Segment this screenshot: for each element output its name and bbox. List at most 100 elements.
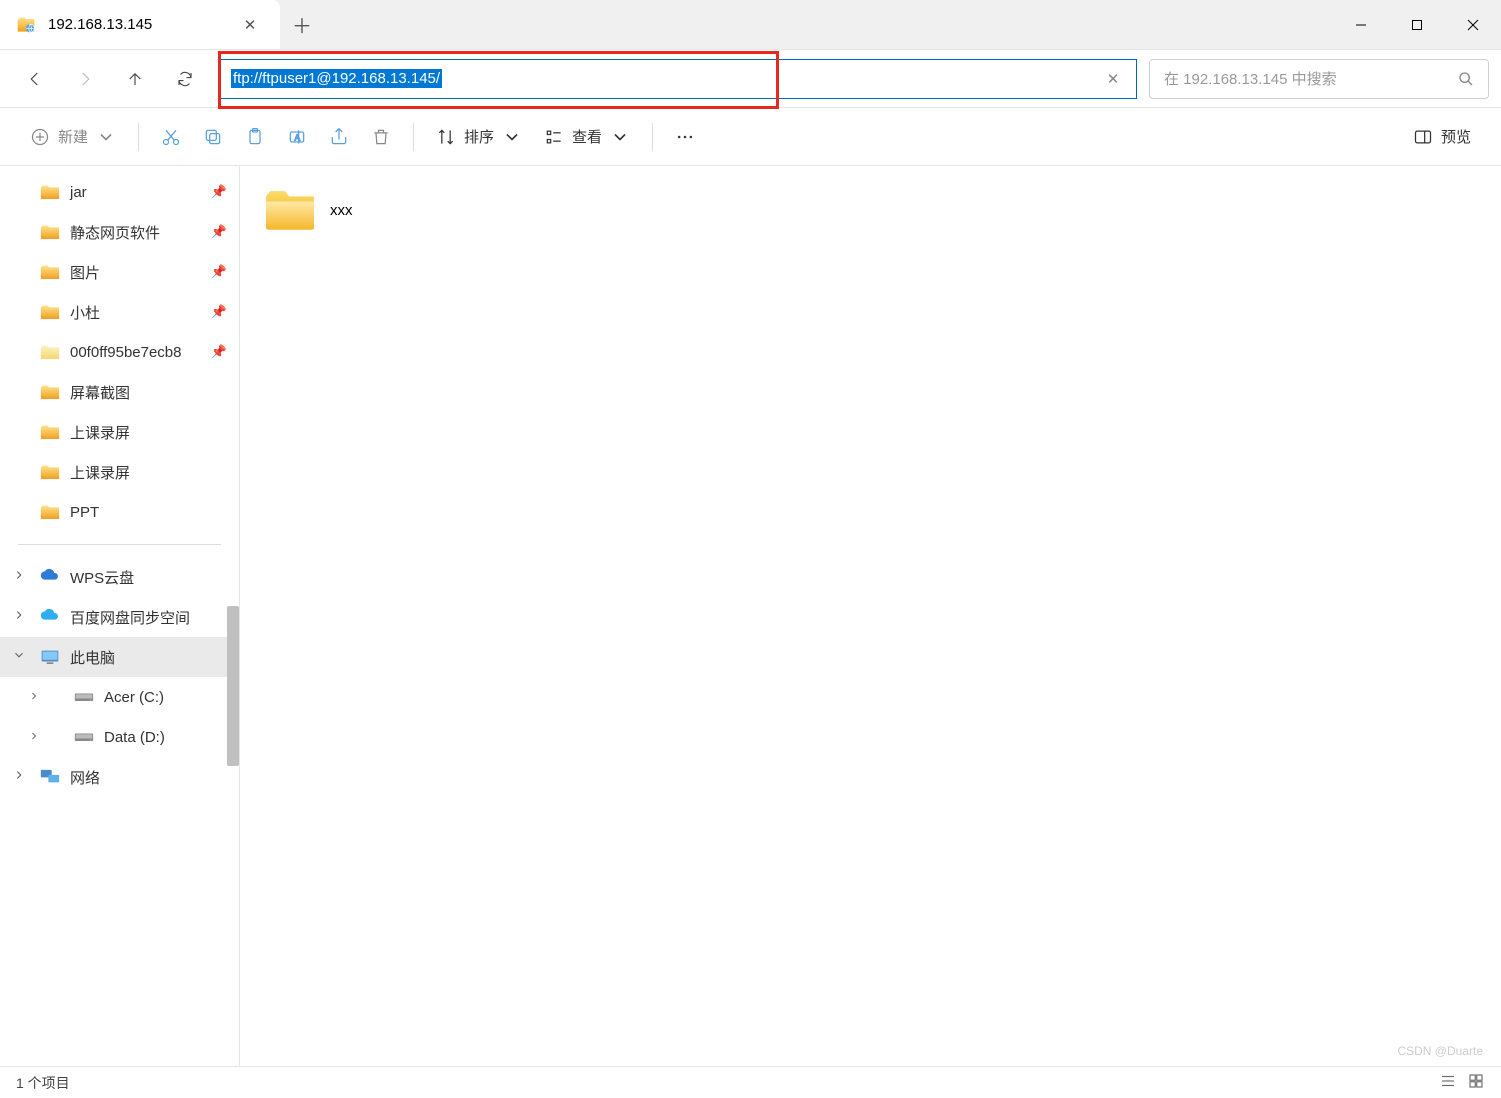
folder-icon	[40, 464, 60, 480]
svg-text:A: A	[295, 132, 301, 142]
rename-button[interactable]: A	[277, 118, 317, 156]
sidebar-cloud-item[interactable]: WPS云盘	[0, 557, 239, 597]
close-button[interactable]	[1445, 0, 1501, 49]
sidebar-item-label: 上课录屏	[70, 462, 130, 483]
titlebar: 192.168.13.145 ✕ ＋	[0, 0, 1501, 50]
trash-icon	[371, 127, 391, 147]
sidebar-item-label: 静态网页软件	[70, 222, 160, 243]
active-tab[interactable]: 192.168.13.145 ✕	[0, 0, 280, 49]
search-input[interactable]: 在 192.168.13.145 中搜索	[1149, 59, 1489, 99]
address-value: ftp://ftpuser1@192.168.13.145/	[231, 69, 442, 88]
forward-button[interactable]	[62, 59, 108, 99]
refresh-button[interactable]	[162, 59, 208, 99]
plus-circle-icon	[30, 127, 50, 147]
back-button[interactable]	[12, 59, 58, 99]
sidebar-drive-item[interactable]: Data (D:)	[0, 717, 239, 757]
sidebar-quick-item[interactable]: 图片📌	[0, 252, 239, 292]
tab-close-button[interactable]: ✕	[236, 11, 264, 39]
share-icon	[329, 127, 349, 147]
chevron-down-icon	[12, 648, 28, 666]
sort-button[interactable]: 排序	[426, 118, 532, 156]
pin-icon: 📌	[211, 184, 227, 200]
search-placeholder: 在 192.168.13.145 中搜索	[1164, 68, 1458, 89]
chevron-right-icon	[28, 689, 42, 706]
minimize-button[interactable]	[1333, 0, 1389, 49]
folder-icon	[264, 188, 316, 232]
sidebar-item-label: 网络	[70, 767, 100, 788]
pin-icon: 📌	[211, 344, 227, 360]
sidebar-item-network[interactable]: 网络	[0, 757, 239, 797]
network-icon	[40, 769, 60, 785]
icons-view-button[interactable]	[1467, 1072, 1485, 1093]
paste-button[interactable]	[235, 118, 275, 156]
chevron-right-icon	[12, 568, 28, 586]
sidebar-quick-item[interactable]: 小杜 📌	[0, 292, 239, 332]
rename-icon: A	[287, 127, 307, 147]
address-clear-button[interactable]: ✕	[1100, 70, 1126, 88]
sidebar-item-label: jar	[70, 184, 87, 201]
cut-button[interactable]	[151, 118, 191, 156]
folder-icon	[40, 344, 60, 360]
toolbar: 新建 A 排序 查看 预览	[0, 108, 1501, 166]
copy-icon	[203, 127, 223, 147]
delete-button[interactable]	[361, 118, 401, 156]
window-controls	[1333, 0, 1501, 49]
up-button[interactable]	[112, 59, 158, 99]
sidebar-drive-item[interactable]: Acer (C:)	[0, 677, 239, 717]
file-item[interactable]: xxx	[260, 182, 540, 238]
new-button[interactable]: 新建	[20, 118, 126, 156]
ftp-folder-icon	[16, 15, 36, 35]
scrollbar[interactable]	[227, 606, 239, 766]
chevron-down-icon	[96, 127, 116, 147]
pin-icon: 📌	[211, 304, 227, 320]
chevron-right-icon	[12, 608, 28, 626]
statusbar: 1 个项目	[0, 1066, 1501, 1098]
share-button[interactable]	[319, 118, 359, 156]
sidebar-cloud-item[interactable]: 百度网盘同步空间	[0, 597, 239, 637]
separator	[413, 123, 414, 151]
sidebar-item-label: Data (D:)	[104, 729, 165, 746]
address-bar[interactable]: ftp://ftpuser1@192.168.13.145/ ✕	[220, 59, 1137, 99]
address-bar-container: ftp://ftpuser1@192.168.13.145/ ✕	[220, 59, 1137, 99]
navbar: ftp://ftpuser1@192.168.13.145/ ✕ 在 192.1…	[0, 50, 1501, 108]
folder-icon	[40, 384, 60, 400]
chevron-down-icon	[610, 127, 630, 147]
chevron-right-icon	[12, 768, 28, 786]
copy-button[interactable]	[193, 118, 233, 156]
sidebar-quick-item[interactable]: 上课录屏	[0, 412, 239, 452]
more-button[interactable]	[665, 118, 705, 156]
watermark: CSDN @Duarte	[1397, 1044, 1483, 1058]
sidebar-item-label: Acer (C:)	[104, 689, 164, 706]
new-tab-button[interactable]: ＋	[280, 0, 324, 49]
sidebar-item-label: WPS云盘	[70, 567, 134, 588]
cut-icon	[161, 127, 181, 147]
preview-button[interactable]: 预览	[1403, 118, 1481, 156]
maximize-button[interactable]	[1389, 0, 1445, 49]
sidebar-quick-item[interactable]: 静态网页软件 📌	[0, 212, 239, 252]
file-name: xxx	[330, 202, 353, 219]
search-icon	[1458, 71, 1474, 87]
sidebar-item-label: 00f0ff95be7ecb8	[70, 344, 182, 361]
drive-icon	[74, 690, 94, 704]
sidebar-item-label: PPT	[70, 504, 99, 521]
sidebar-item-label: 小杜	[70, 302, 100, 323]
status-text: 1 个项目	[16, 1073, 70, 1093]
sidebar-quick-item[interactable]: 00f0ff95be7ecb8 📌	[0, 332, 239, 372]
chevron-right-icon	[28, 729, 42, 746]
pin-icon: 📌	[211, 264, 227, 280]
sidebar-quick-item[interactable]: jar 📌	[0, 172, 239, 212]
sidebar-item-this-pc[interactable]: 此电脑	[0, 637, 239, 677]
pin-icon: 📌	[211, 224, 227, 240]
sidebar-quick-item[interactable]: 屏幕截图	[0, 372, 239, 412]
view-icon	[544, 127, 564, 147]
view-button[interactable]: 查看	[534, 118, 640, 156]
folder-icon	[40, 304, 60, 320]
folder-icon	[40, 504, 60, 520]
sidebar-quick-item[interactable]: 上课录屏	[0, 452, 239, 492]
tab-title: 192.168.13.145	[48, 16, 224, 33]
sidebar-quick-item[interactable]: PPT	[0, 492, 239, 532]
sidebar-item-label: 上课录屏	[70, 422, 130, 443]
sidebar-item-label: 此电脑	[70, 647, 115, 668]
paste-icon	[245, 127, 265, 147]
details-view-button[interactable]	[1439, 1072, 1457, 1093]
